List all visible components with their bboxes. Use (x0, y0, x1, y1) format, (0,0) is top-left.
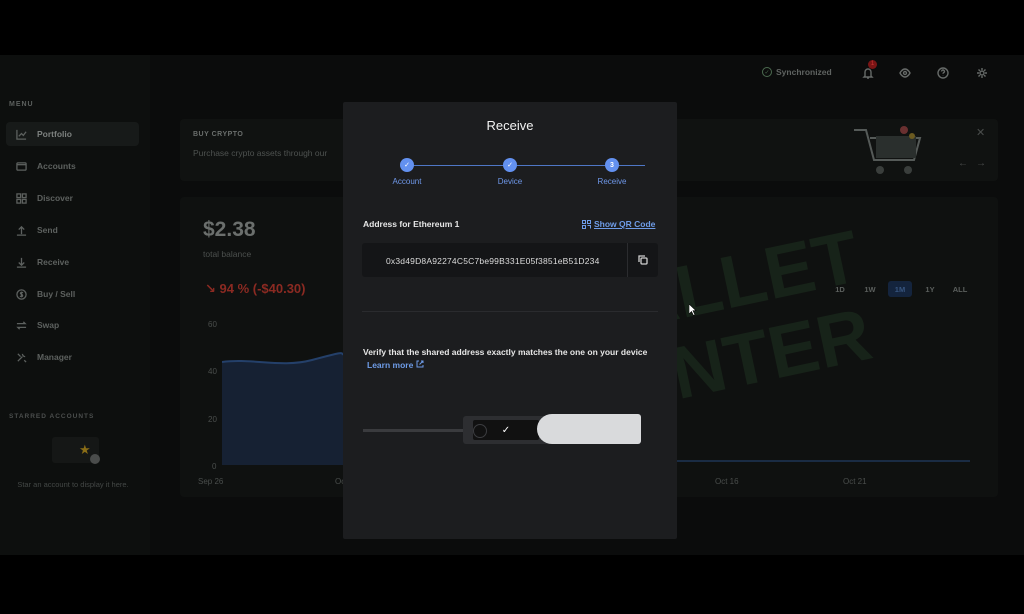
eye-icon[interactable] (899, 66, 911, 78)
sidebar-item-accounts[interactable]: Accounts (6, 154, 139, 178)
swap-icon (15, 319, 27, 331)
sidebar-item-label: Accounts (37, 161, 76, 171)
balance-label: total balance (203, 249, 252, 259)
usb-cable (363, 429, 463, 432)
divider (362, 311, 658, 312)
total-balance: $2.38 (203, 218, 256, 241)
x-tick: Oct 21 (843, 477, 867, 486)
sidebar-item-label: Swap (37, 320, 60, 330)
balance-change: ↘ 94 % (-$40.30) (205, 281, 306, 296)
copy-icon (638, 255, 648, 265)
range-1m[interactable]: 1M (888, 281, 912, 297)
mouse-cursor-icon (689, 304, 697, 316)
y-tick: 0 (212, 462, 217, 471)
sidebar-item-label: Discover (37, 193, 73, 203)
starred-accounts-label: STARRED ACCOUNTS (9, 413, 95, 420)
modal-title: Receive (486, 118, 534, 133)
sidebar-item-swap[interactable]: Swap (6, 313, 139, 337)
show-qr-code-link[interactable]: Show QR Code (582, 219, 655, 229)
gear-icon[interactable] (976, 66, 988, 78)
banner-nav-arrows[interactable]: ←→ (958, 158, 994, 169)
step-device-check: ✓ (503, 158, 517, 172)
copy-button[interactable] (627, 243, 658, 277)
banner-title: BUY CRYPTO (193, 131, 244, 138)
y-tick: 60 (208, 320, 217, 329)
sidebar-item-label: Receive (37, 257, 70, 267)
grid-icon (15, 192, 27, 204)
step-receive-current: 3 (605, 158, 619, 172)
x-tick: Oct 16 (715, 477, 739, 486)
shopping-cart-illustration (854, 126, 922, 174)
verify-instructions: Verify that the shared address exactly m… (363, 346, 663, 372)
sidebar-item-buy-sell[interactable]: Buy / Sell (6, 282, 139, 306)
range-selector: 1D 1W 1M 1Y ALL (828, 281, 972, 297)
y-tick: 20 (208, 415, 217, 424)
device-button (473, 424, 487, 438)
sidebar-item-discover[interactable]: Discover (6, 186, 139, 210)
y-tick: 40 (208, 367, 217, 376)
range-1y[interactable]: 1Y (918, 281, 942, 297)
learn-more-label: Learn more (367, 360, 414, 370)
receive-modal: Receive ✓ ✓ 3 Account Device Receive Add… (343, 102, 677, 539)
sidebar-item-manager[interactable]: Manager (6, 345, 139, 369)
folder-icon (15, 160, 27, 172)
close-icon[interactable]: ✕ (976, 126, 985, 139)
external-link-icon (416, 360, 424, 368)
sidebar-item-label: Manager (37, 352, 72, 362)
address-field[interactable]: 0x3d49D8A92274C5C7be99B331E05f3851eB51D2… (362, 243, 658, 277)
star-icon: ★ (79, 442, 91, 457)
sidebar-item-label: Send (37, 225, 58, 235)
chart-line-icon (15, 128, 27, 140)
menu-label: MENU (9, 101, 34, 108)
sidebar-item-send[interactable]: Send (6, 218, 139, 242)
range-all[interactable]: ALL (948, 281, 972, 297)
sync-label: Synchronized (776, 67, 832, 77)
address-label: Address for Ethereum 1 (363, 219, 460, 229)
learn-more-link[interactable]: Learn more (367, 360, 424, 370)
arrow-up-icon (15, 224, 27, 236)
device-swivel (537, 414, 641, 444)
banner-subtitle: Purchase crypto assets through our (193, 148, 328, 158)
dollar-circle-icon (15, 288, 27, 300)
check-circle-icon: ✓ (762, 67, 772, 77)
sidebar-item-label: Buy / Sell (37, 289, 76, 299)
starred-illustration: ★ (52, 437, 100, 464)
help-icon[interactable] (937, 66, 949, 79)
sidebar-item-label: Portfolio (37, 129, 72, 139)
starred-hint: Star an account to display it here. (17, 480, 129, 489)
tools-icon (15, 351, 27, 363)
pointer-icon (90, 454, 100, 464)
chart-area (222, 353, 343, 465)
sync-status[interactable]: ✓ Synchronized (762, 67, 832, 77)
sidebar-item-receive[interactable]: Receive (6, 250, 139, 274)
sidebar-item-portfolio[interactable]: Portfolio (6, 122, 139, 146)
ledger-device-illustration: ✓ (363, 414, 643, 446)
qr-code-icon (582, 219, 591, 229)
step-label-account: Account (392, 177, 422, 186)
step-label-device: Device (497, 177, 523, 186)
notification-badge: 1 (868, 60, 877, 69)
step-account-check: ✓ (400, 158, 414, 172)
x-tick: Sep 26 (198, 477, 224, 486)
arrow-down-icon (15, 256, 27, 268)
qr-link-label: Show QR Code (594, 219, 656, 229)
range-1w[interactable]: 1W (858, 281, 882, 297)
address-value: 0x3d49D8A92274C5C7be99B331E05f3851eB51D2… (386, 256, 600, 266)
step-label-receive: Receive (597, 177, 627, 186)
range-1d[interactable]: 1D (828, 281, 852, 297)
verify-text: Verify that the shared address exactly m… (363, 347, 648, 357)
